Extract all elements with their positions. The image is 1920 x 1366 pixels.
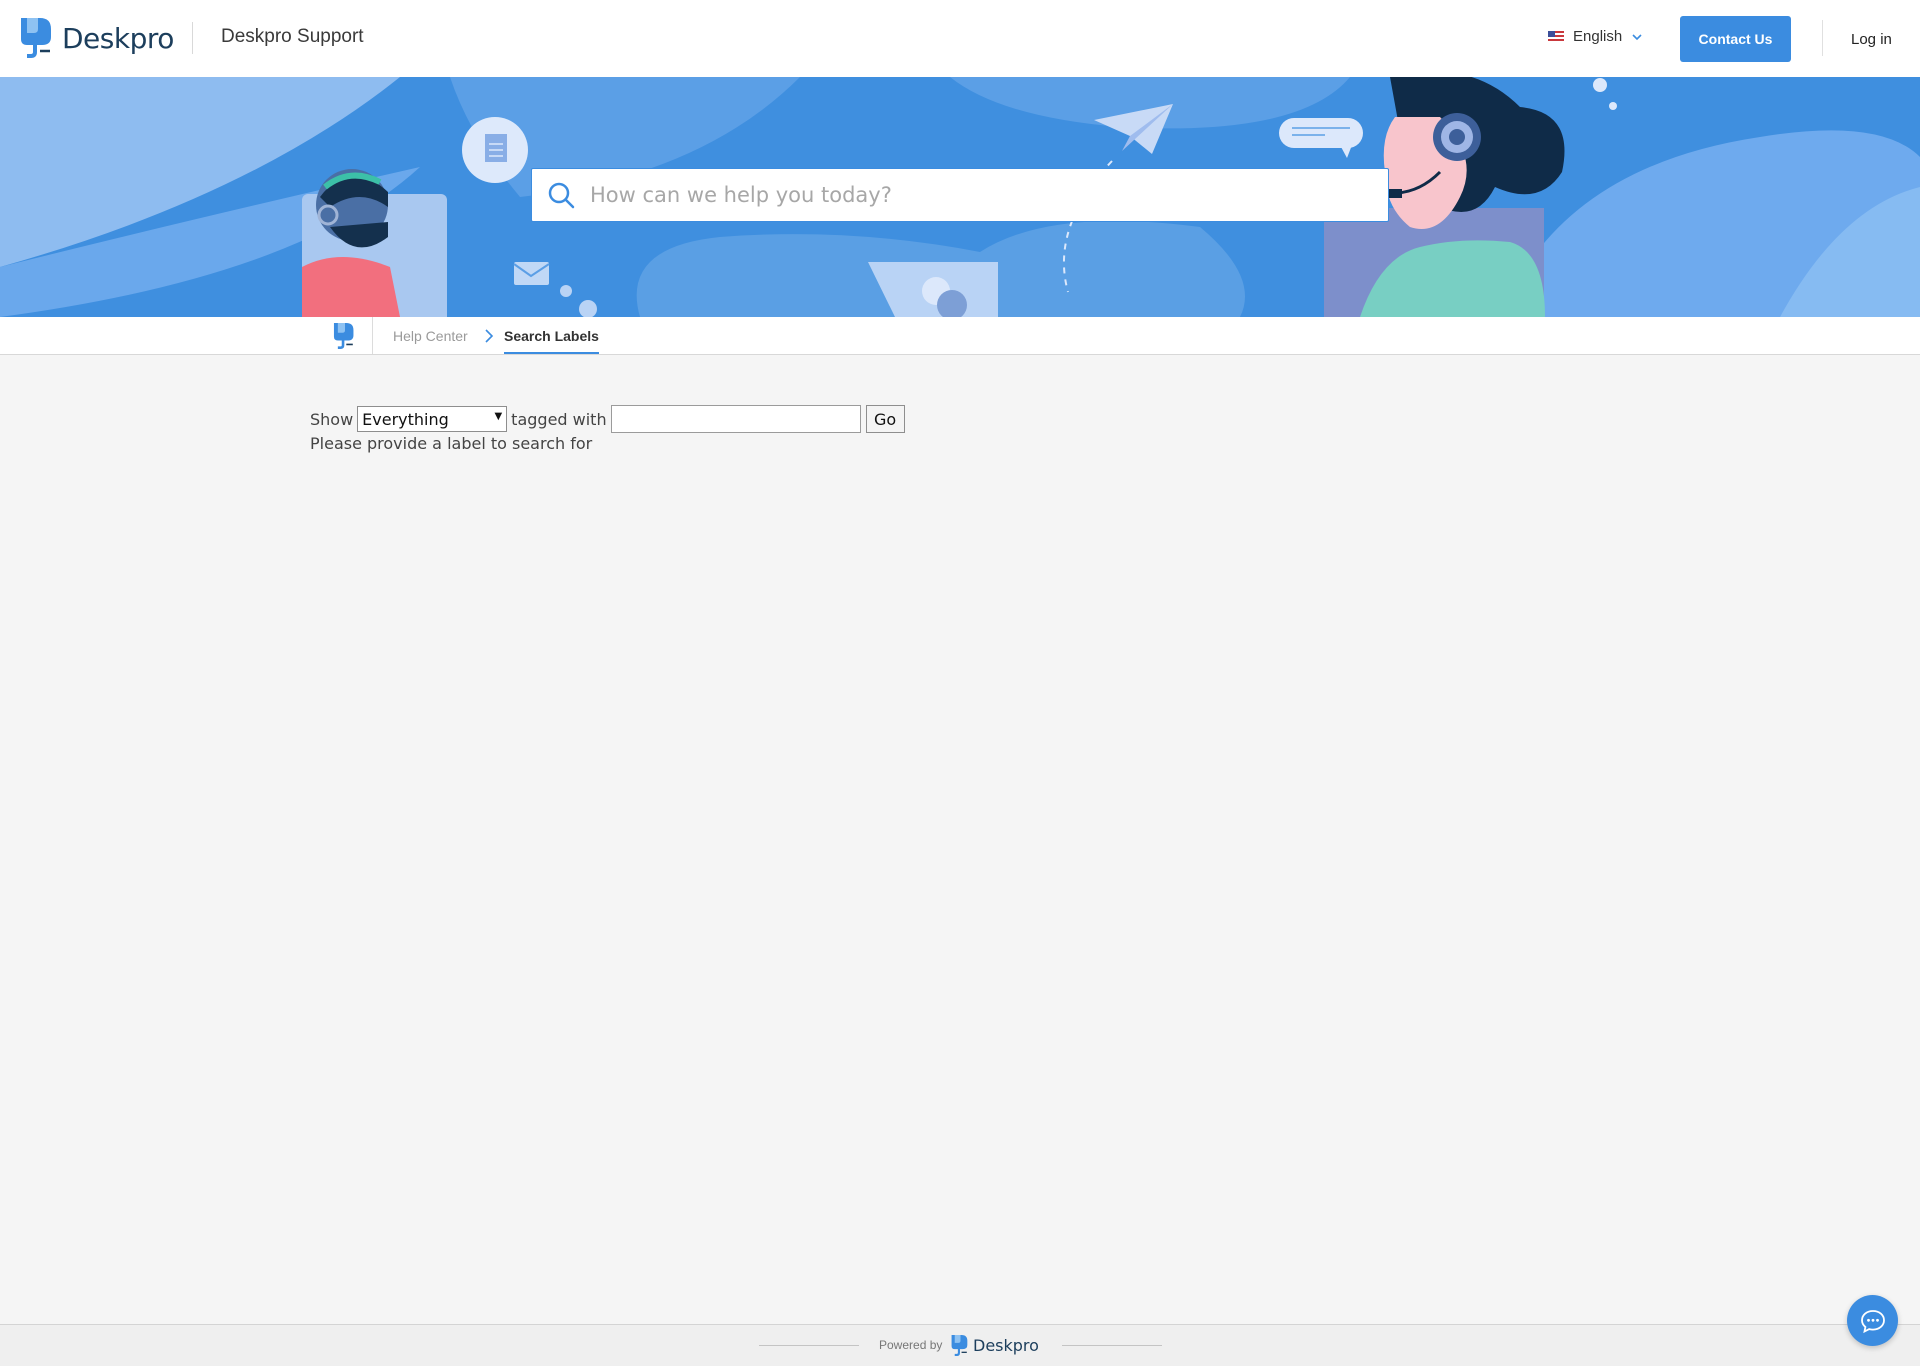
- contact-us-button[interactable]: Contact Us: [1680, 16, 1791, 62]
- deskpro-logo-icon: [21, 18, 51, 58]
- show-label: Show: [310, 409, 354, 429]
- deskpro-logo-icon: [951, 1335, 968, 1356]
- label-search-form: Show Everything ▼ tagged with Go: [310, 405, 905, 433]
- footer-divider-right: [1062, 1345, 1162, 1346]
- breadcrumb-help-center[interactable]: Help Center: [393, 328, 468, 344]
- go-button[interactable]: Go: [865, 405, 905, 433]
- footer-brand-name: Deskpro: [973, 1336, 1039, 1355]
- hero-banner: [0, 77, 1920, 317]
- login-link[interactable]: Log in: [1851, 31, 1892, 48]
- header-separator: [1822, 20, 1823, 56]
- search-icon[interactable]: [546, 180, 576, 210]
- content-type-value: Everything: [362, 409, 449, 429]
- footer-brand-link[interactable]: Deskpro: [950, 1333, 1039, 1358]
- chevron-right-icon: [485, 329, 494, 343]
- language-selector[interactable]: English: [1548, 28, 1642, 45]
- breadcrumb-search-labels: Search Labels: [504, 328, 599, 354]
- deskpro-logo-icon: [333, 322, 354, 349]
- brand-divider: [192, 22, 193, 54]
- chat-icon: [1860, 1309, 1885, 1333]
- label-input[interactable]: [610, 405, 861, 433]
- top-navigation-bar: Deskpro Deskpro Support English Contact …: [0, 0, 1920, 77]
- site-title: Deskpro Support: [221, 26, 364, 47]
- content-type-select[interactable]: Everything ▼: [357, 406, 508, 432]
- language-label: English: [1573, 28, 1623, 45]
- breadcrumb-home[interactable]: [318, 317, 373, 354]
- us-flag-icon: [1548, 30, 1564, 43]
- powered-by-label: Powered by: [879, 1338, 943, 1352]
- select-arrow-icon: ▼: [494, 411, 503, 422]
- search-input[interactable]: [590, 183, 1350, 207]
- chat-widget-button[interactable]: [1847, 1295, 1898, 1346]
- chevron-down-icon: [1632, 33, 1642, 40]
- footer-divider-left: [759, 1345, 859, 1346]
- footer: Powered by Deskpro: [0, 1324, 1920, 1366]
- brand-logo-link[interactable]: Deskpro: [18, 14, 174, 62]
- validation-message: Please provide a label to search for: [310, 434, 593, 453]
- search-box: [531, 168, 1389, 222]
- brand-name: Deskpro: [62, 21, 174, 55]
- tagged-with-label: tagged with: [511, 409, 607, 429]
- breadcrumb: Help Center Search Labels: [0, 317, 1920, 355]
